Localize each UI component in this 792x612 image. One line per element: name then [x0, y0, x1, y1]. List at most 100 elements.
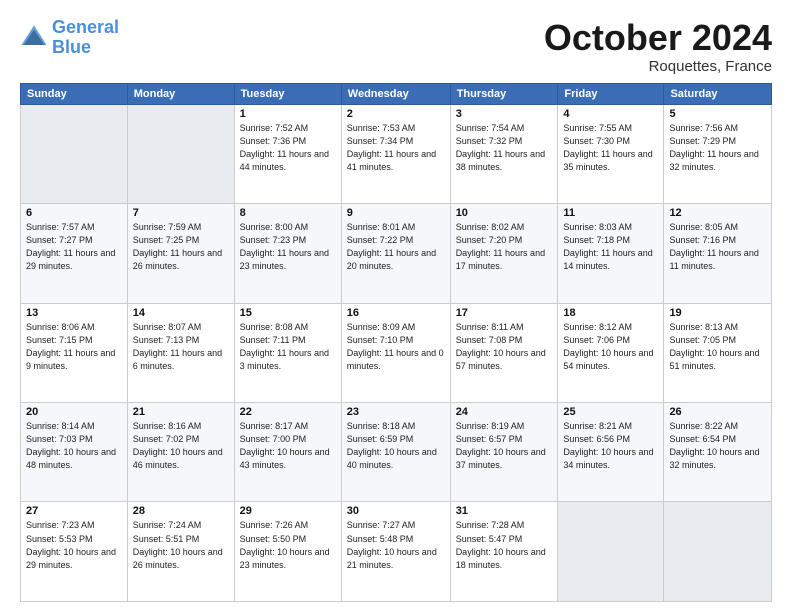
cell-w4-d3: 23 Sunrise: 8:18 AM Sunset: 6:59 PM Dayli… [341, 403, 450, 502]
header: General Blue October 2024 Roquettes, Fra… [20, 18, 772, 75]
cell-w3-d3: 16 Sunrise: 8:09 AM Sunset: 7:10 PM Dayli… [341, 303, 450, 402]
day-number: 28 [133, 505, 229, 517]
calendar-header-row: Sunday Monday Tuesday Wednesday Thursday… [21, 83, 772, 104]
cell-w2-d0: 6 Sunrise: 7:57 AM Sunset: 7:27 PM Daylig… [21, 204, 128, 303]
day-number: 8 [240, 207, 336, 219]
day-number: 3 [456, 108, 553, 120]
cell-w5-d3: 30 Sunrise: 7:27 AM Sunset: 5:48 PM Dayli… [341, 502, 450, 602]
day-number: 22 [240, 406, 336, 418]
page: General Blue October 2024 Roquettes, Fra… [0, 0, 792, 612]
day-number: 25 [563, 406, 658, 418]
day-number: 30 [347, 505, 445, 517]
day-info: Sunrise: 8:19 AM Sunset: 6:57 PM Dayligh… [456, 420, 553, 472]
day-info: Sunrise: 8:01 AM Sunset: 7:22 PM Dayligh… [347, 221, 445, 273]
cell-w1-d4: 3 Sunrise: 7:54 AM Sunset: 7:32 PM Daylig… [450, 104, 558, 203]
cell-w4-d5: 25 Sunrise: 8:21 AM Sunset: 6:56 PM Dayli… [558, 403, 664, 502]
col-thursday: Thursday [450, 83, 558, 104]
week-row-2: 6 Sunrise: 7:57 AM Sunset: 7:27 PM Daylig… [21, 204, 772, 303]
cell-w4-d4: 24 Sunrise: 8:19 AM Sunset: 6:57 PM Dayli… [450, 403, 558, 502]
day-number: 24 [456, 406, 553, 418]
cell-w5-d2: 29 Sunrise: 7:26 AM Sunset: 5:50 PM Dayli… [234, 502, 341, 602]
day-info: Sunrise: 7:26 AM Sunset: 5:50 PM Dayligh… [240, 519, 336, 571]
col-monday: Monday [127, 83, 234, 104]
col-friday: Friday [558, 83, 664, 104]
day-info: Sunrise: 7:27 AM Sunset: 5:48 PM Dayligh… [347, 519, 445, 571]
cell-w2-d2: 8 Sunrise: 8:00 AM Sunset: 7:23 PM Daylig… [234, 204, 341, 303]
cell-w2-d4: 10 Sunrise: 8:02 AM Sunset: 7:20 PM Dayli… [450, 204, 558, 303]
day-info: Sunrise: 7:54 AM Sunset: 7:32 PM Dayligh… [456, 122, 553, 174]
cell-w3-d5: 18Sunrise: 8:12 AM Sunset: 7:06 PM Dayli… [558, 303, 664, 402]
cell-w4-d1: 21Sunrise: 8:16 AM Sunset: 7:02 PM Dayli… [127, 403, 234, 502]
cell-w3-d0: 13 Sunrise: 8:06 AM Sunset: 7:15 PM Dayli… [21, 303, 128, 402]
day-info: Sunrise: 8:22 AM Sunset: 6:54 PM Dayligh… [669, 420, 766, 472]
day-info: Sunrise: 7:53 AM Sunset: 7:34 PM Dayligh… [347, 122, 445, 174]
day-info: Sunrise: 8:00 AM Sunset: 7:23 PM Dayligh… [240, 221, 336, 273]
cell-w2-d1: 7 Sunrise: 7:59 AM Sunset: 7:25 PM Daylig… [127, 204, 234, 303]
week-row-1: 1Sunrise: 7:52 AM Sunset: 7:36 PM Daylig… [21, 104, 772, 203]
day-info: Sunrise: 8:08 AM Sunset: 7:11 PM Dayligh… [240, 321, 336, 373]
day-number: 12 [669, 207, 766, 219]
day-number: 2 [347, 108, 445, 120]
day-info: Sunrise: 8:05 AM Sunset: 7:16 PM Dayligh… [669, 221, 766, 273]
cell-w1-d1 [127, 104, 234, 203]
day-info: Sunrise: 7:59 AM Sunset: 7:25 PM Dayligh… [133, 221, 229, 273]
location: Roquettes, France [544, 58, 772, 75]
day-info: Sunrise: 8:17 AM Sunset: 7:00 PM Dayligh… [240, 420, 336, 472]
calendar-table: Sunday Monday Tuesday Wednesday Thursday… [20, 83, 772, 602]
logo-text: General Blue [52, 18, 119, 58]
day-info: Sunrise: 7:57 AM Sunset: 7:27 PM Dayligh… [26, 221, 122, 273]
cell-w5-d5 [558, 502, 664, 602]
day-number: 27 [26, 505, 122, 517]
day-info: Sunrise: 7:24 AM Sunset: 5:51 PM Dayligh… [133, 519, 229, 571]
day-info: Sunrise: 7:52 AM Sunset: 7:36 PM Dayligh… [240, 122, 336, 174]
week-row-3: 13 Sunrise: 8:06 AM Sunset: 7:15 PM Dayli… [21, 303, 772, 402]
cell-w3-d1: 14Sunrise: 8:07 AM Sunset: 7:13 PM Dayli… [127, 303, 234, 402]
cell-w5-d0: 27 Sunrise: 7:23 AM Sunset: 5:53 PM Dayli… [21, 502, 128, 602]
day-info: Sunrise: 8:13 AM Sunset: 7:05 PM Dayligh… [669, 321, 766, 373]
day-number: 13 [26, 307, 122, 319]
week-row-5: 27 Sunrise: 7:23 AM Sunset: 5:53 PM Dayli… [21, 502, 772, 602]
day-number: 7 [133, 207, 229, 219]
day-info: Sunrise: 7:23 AM Sunset: 5:53 PM Dayligh… [26, 519, 122, 571]
day-info: Sunrise: 8:21 AM Sunset: 6:56 PM Dayligh… [563, 420, 658, 472]
cell-w1-d2: 1Sunrise: 7:52 AM Sunset: 7:36 PM Daylig… [234, 104, 341, 203]
cell-w2-d5: 11 Sunrise: 8:03 AM Sunset: 7:18 PM Dayli… [558, 204, 664, 303]
day-number: 23 [347, 406, 445, 418]
cell-w3-d4: 17Sunrise: 8:11 AM Sunset: 7:08 PM Dayli… [450, 303, 558, 402]
day-number: 9 [347, 207, 445, 219]
day-number: 20 [26, 406, 122, 418]
day-number: 17 [456, 307, 553, 319]
day-number: 16 [347, 307, 445, 319]
col-wednesday: Wednesday [341, 83, 450, 104]
day-info: Sunrise: 8:06 AM Sunset: 7:15 PM Dayligh… [26, 321, 122, 373]
cell-w1-d6: 5 Sunrise: 7:56 AM Sunset: 7:29 PM Daylig… [664, 104, 772, 203]
day-number: 29 [240, 505, 336, 517]
cell-w5-d6 [664, 502, 772, 602]
week-row-4: 20Sunrise: 8:14 AM Sunset: 7:03 PM Dayli… [21, 403, 772, 502]
cell-w1-d5: 4 Sunrise: 7:55 AM Sunset: 7:30 PM Daylig… [558, 104, 664, 203]
col-saturday: Saturday [664, 83, 772, 104]
day-info: Sunrise: 7:56 AM Sunset: 7:29 PM Dayligh… [669, 122, 766, 174]
day-number: 10 [456, 207, 553, 219]
day-info: Sunrise: 7:28 AM Sunset: 5:47 PM Dayligh… [456, 519, 553, 571]
day-number: 5 [669, 108, 766, 120]
day-number: 26 [669, 406, 766, 418]
cell-w1-d0 [21, 104, 128, 203]
day-number: 6 [26, 207, 122, 219]
day-info: Sunrise: 8:16 AM Sunset: 7:02 PM Dayligh… [133, 420, 229, 472]
cell-w3-d6: 19Sunrise: 8:13 AM Sunset: 7:05 PM Dayli… [664, 303, 772, 402]
day-number: 4 [563, 108, 658, 120]
day-info: Sunrise: 8:18 AM Sunset: 6:59 PM Dayligh… [347, 420, 445, 472]
day-info: Sunrise: 8:09 AM Sunset: 7:10 PM Dayligh… [347, 321, 445, 373]
day-number: 15 [240, 307, 336, 319]
day-info: Sunrise: 8:03 AM Sunset: 7:18 PM Dayligh… [563, 221, 658, 273]
day-info: Sunrise: 8:02 AM Sunset: 7:20 PM Dayligh… [456, 221, 553, 273]
day-info: Sunrise: 7:55 AM Sunset: 7:30 PM Dayligh… [563, 122, 658, 174]
cell-w4-d6: 26 Sunrise: 8:22 AM Sunset: 6:54 PM Dayli… [664, 403, 772, 502]
logo-icon [20, 24, 48, 52]
cell-w4-d2: 22 Sunrise: 8:17 AM Sunset: 7:00 PM Dayli… [234, 403, 341, 502]
title-block: October 2024 Roquettes, France [544, 18, 772, 75]
cell-w2-d6: 12 Sunrise: 8:05 AM Sunset: 7:16 PM Dayli… [664, 204, 772, 303]
day-number: 11 [563, 207, 658, 219]
cell-w5-d1: 28 Sunrise: 7:24 AM Sunset: 5:51 PM Dayli… [127, 502, 234, 602]
